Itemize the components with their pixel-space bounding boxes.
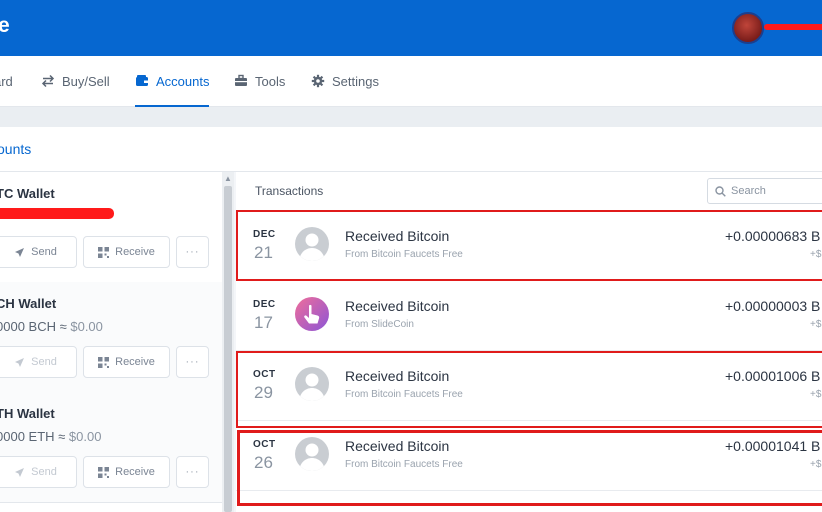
tx-source: From Bitcoin Faucets Free [345,459,463,470]
tx-day: 26 [254,453,273,472]
tx-title: Received Bitcoin [345,368,450,384]
nav-label: Accounts [156,73,210,89]
wallet-card-btc[interactable]: TC Wallet Send Receive ··· [0,172,222,283]
tx-day: 29 [254,383,273,402]
tx-fiat-amount: +$ [810,249,822,260]
tx-fiat-amount: +$ [810,459,822,470]
more-options-button[interactable]: ··· [176,456,209,488]
swap-arrows-icon [41,74,55,88]
nav-label: Settings [332,73,379,89]
slidecoin-logo-icon [295,297,329,331]
toolbox-icon [235,74,247,86]
more-options-button[interactable]: ··· [176,236,209,268]
tx-amount: +0.00001041 B [725,438,821,454]
more-options-button[interactable]: ··· [176,346,209,378]
transaction-row[interactable]: OCT 29 Received Bitcoin From Bitcoin Fau… [236,350,822,421]
qr-code-icon [98,246,110,258]
search-icon [715,185,726,197]
nav-item-accounts[interactable]: Accounts [135,56,210,107]
main-nav: ard Buy/Sell Accounts Tools [0,56,822,107]
receive-button[interactable]: Receive [83,236,170,268]
scroll-up-arrow-icon[interactable]: ▲ [224,174,232,183]
receive-label: Receive [115,356,155,368]
tx-day: 17 [254,313,273,332]
tx-fiat-amount: +$ [810,389,822,400]
receive-label: Receive [115,466,155,478]
wallet-card-bch[interactable]: CH Wallet 0000 BCH ≈ $0.00 Send Receive … [0,282,222,393]
page-title: counts [0,141,32,157]
tx-month: OCT [253,369,276,380]
tx-day: 21 [254,243,273,262]
wallet-name: TH Wallet [0,406,55,421]
default-avatar-icon [295,227,329,261]
brand-logo[interactable]: e [0,14,10,38]
nav-item-dashboard[interactable]: ard [0,56,13,106]
send-button[interactable]: Send [0,236,77,268]
search-input[interactable]: Search [707,178,822,204]
nav-label: Tools [255,73,286,89]
user-avatar[interactable] [732,12,764,44]
tx-amount: +0.00000003 B [725,298,821,314]
nav-item-settings[interactable]: Settings [311,56,379,106]
transaction-row[interactable]: DEC 21 Received Bitcoin From Bitcoin Fau… [236,210,822,281]
receive-button[interactable]: Receive [83,346,170,378]
tx-source: From SlideCoin [345,319,414,330]
tx-month: OCT [253,439,276,450]
receive-label: Receive [115,246,155,258]
crypto-balance: 0000 ETH ≈ [0,429,66,444]
nav-item-tools[interactable]: Tools [234,56,285,106]
nav-label: ard [0,73,13,89]
default-avatar-icon [295,367,329,401]
tx-amount: +0.00000683 B [725,228,821,244]
send-label: Send [31,246,57,258]
gear-icon [311,74,325,88]
wallet-card-eth[interactable]: TH Wallet 0000 ETH ≈ $0.00 Send Receive … [0,392,222,503]
send-button[interactable]: Send [0,456,77,488]
top-bar: e [0,0,822,56]
transaction-row[interactable]: DEC 17 Received Bitcoin From SlideCoin +… [236,280,822,351]
tx-fiat-amount: +$ [810,319,822,330]
tx-source: From Bitcoin Faucets Free [345,389,463,400]
crypto-balance: 0000 BCH ≈ [0,319,67,334]
qr-code-icon [98,356,110,368]
qr-code-icon [98,466,110,478]
nav-label: Buy/Sell [62,73,110,89]
send-arrow-icon [15,357,25,367]
send-label: Send [31,466,57,478]
wallet-name: CH Wallet [0,296,57,311]
wallet-name: TC Wallet [0,186,55,201]
wallet-balance: 0000 ETH ≈ $0.00 [0,429,101,444]
nav-item-buy-sell[interactable]: Buy/Sell [41,56,110,106]
send-arrow-icon [15,467,25,477]
transactions-panel: Transactions Search DEC 21 Received Bitc… [236,172,822,512]
search-placeholder: Search [731,185,766,197]
scroll-thumb[interactable] [224,186,232,512]
tx-month: DEC [253,229,276,240]
tx-title: Received Bitcoin [345,228,450,244]
wallet-icon [136,75,148,86]
transactions-title: Transactions [255,184,324,198]
redaction-mark [764,24,822,30]
send-button[interactable]: Send [0,346,77,378]
tx-month: DEC [253,299,276,310]
tx-title: Received Bitcoin [345,438,450,454]
page-header: counts [0,127,822,172]
redaction-mark [0,208,114,219]
wallet-list-scrollbar[interactable]: ▲ [222,172,234,512]
tx-amount: +0.00001006 B [725,368,821,384]
tx-source: From Bitcoin Faucets Free [345,249,463,260]
send-label: Send [31,356,57,368]
wallet-list: TC Wallet Send Receive ··· CH Wallet 000… [0,172,223,512]
tx-title: Received Bitcoin [345,298,450,314]
default-avatar-icon [295,437,329,471]
transactions-header: Transactions Search [236,172,822,211]
fiat-balance: $0.00 [68,429,102,444]
content-spacer [0,107,822,127]
fiat-balance: $0.00 [70,319,103,334]
send-arrow-icon [15,247,25,257]
wallet-balance: 0000 BCH ≈ $0.00 [0,319,103,334]
transaction-row[interactable]: OCT 26 Received Bitcoin From Bitcoin Fau… [236,420,822,491]
receive-button[interactable]: Receive [83,456,170,488]
